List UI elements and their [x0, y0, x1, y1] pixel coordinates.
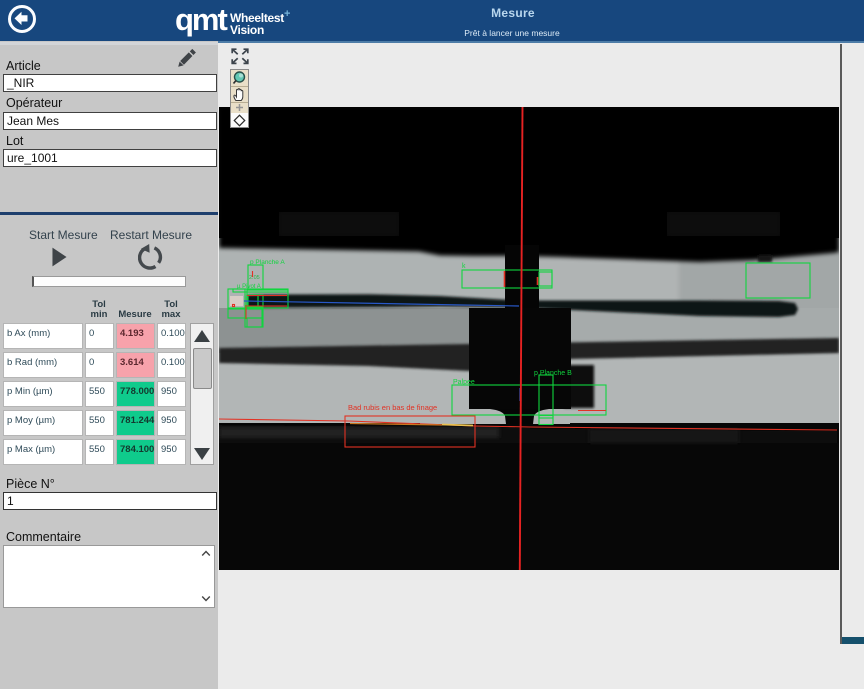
svg-text:Bad rubis en bas de finage: Bad rubis en bas de finage — [348, 403, 437, 412]
svg-text:2.05: 2.05 — [249, 275, 260, 281]
svg-text:k: k — [462, 263, 466, 270]
svg-text:µ Pivot A: µ Pivot A — [237, 284, 261, 290]
svg-text:p Planche A: p Planche A — [250, 259, 285, 266]
svg-text:p Planche B: p Planche B — [534, 370, 572, 377]
svg-text:Palpee: Palpee — [453, 379, 475, 386]
